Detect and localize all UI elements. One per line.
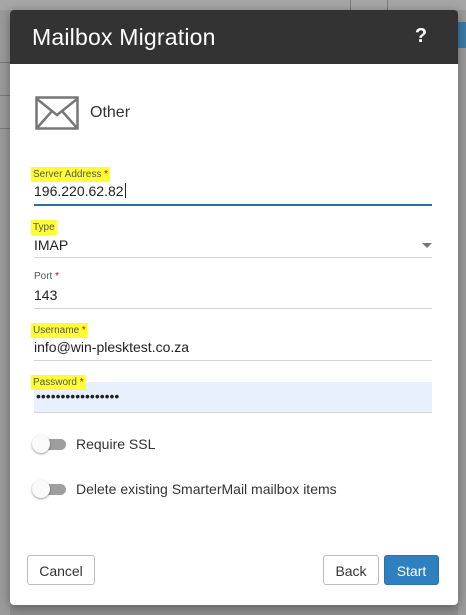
background-divider (0, 128, 10, 129)
required-marker: * (55, 271, 60, 282)
dialog-header: Mailbox Migration ? (10, 10, 458, 64)
start-button[interactable]: Start (384, 555, 439, 585)
password-value[interactable]: ••••••••••••••••• (36, 388, 119, 404)
back-button[interactable]: Back (323, 555, 379, 585)
server-address-field[interactable]: Server Address * 196.220.62.82 (31, 167, 432, 207)
server-address-value[interactable]: 196.220.62.82 (34, 183, 124, 199)
type-value[interactable]: IMAP (34, 237, 68, 253)
server-address-label: Server Address * (31, 167, 111, 182)
chevron-down-icon[interactable] (422, 243, 432, 248)
port-label: Port * (34, 271, 59, 282)
toggle-knob[interactable] (32, 480, 50, 498)
background-divider (0, 95, 10, 96)
type-underline (34, 257, 432, 258)
background-app-left (0, 10, 10, 615)
text-caret (124, 183, 126, 198)
background-divider (350, 0, 351, 10)
password-field[interactable]: Password * ••••••••••••••••• (31, 375, 432, 423)
mailbox-migration-dialog: Mailbox Migration ? Other Server Address… (10, 10, 458, 605)
background-divider (0, 62, 10, 63)
username-field[interactable]: Username * info@win-plesktest.co.za (31, 323, 432, 363)
server-address-input[interactable]: 196.220.62.82 (34, 183, 126, 199)
background-app-right (458, 10, 466, 615)
background-app-button (458, 22, 466, 48)
username-label: Username * (31, 323, 88, 338)
port-input[interactable]: 143 (34, 287, 57, 303)
required-marker: * (81, 325, 86, 336)
background-app-top (0, 0, 466, 10)
dialog-title: Mailbox Migration (32, 24, 216, 50)
help-button[interactable]: ? (408, 22, 434, 50)
port-label-text: Port (34, 271, 53, 282)
port-field[interactable]: Port * 143 (34, 271, 432, 311)
required-marker: * (104, 169, 109, 180)
username-label-text: Username (33, 325, 80, 336)
username-input[interactable]: info@win-plesktest.co.za (34, 339, 189, 355)
username-underline (34, 360, 432, 361)
provider-label: Other (90, 104, 131, 121)
password-label: Password * (31, 375, 86, 390)
port-underline (34, 308, 432, 309)
type-select[interactable]: Type IMAP (31, 220, 432, 260)
cancel-button[interactable]: Cancel (27, 555, 95, 585)
toggle-knob[interactable] (32, 435, 50, 453)
password-input[interactable]: ••••••••••••••••• (34, 382, 432, 413)
require-ssl-label: Require SSL (76, 436, 156, 452)
server-address-underline (34, 204, 432, 206)
delete-existing-label: Delete existing SmarterMail mailbox item… (76, 481, 337, 497)
type-label: Type (31, 220, 57, 235)
envelope-icon (35, 96, 79, 135)
server-address-label-text: Server Address (33, 169, 102, 180)
password-label-text: Password (33, 377, 77, 388)
background-divider (387, 0, 388, 10)
required-marker: * (79, 377, 84, 388)
